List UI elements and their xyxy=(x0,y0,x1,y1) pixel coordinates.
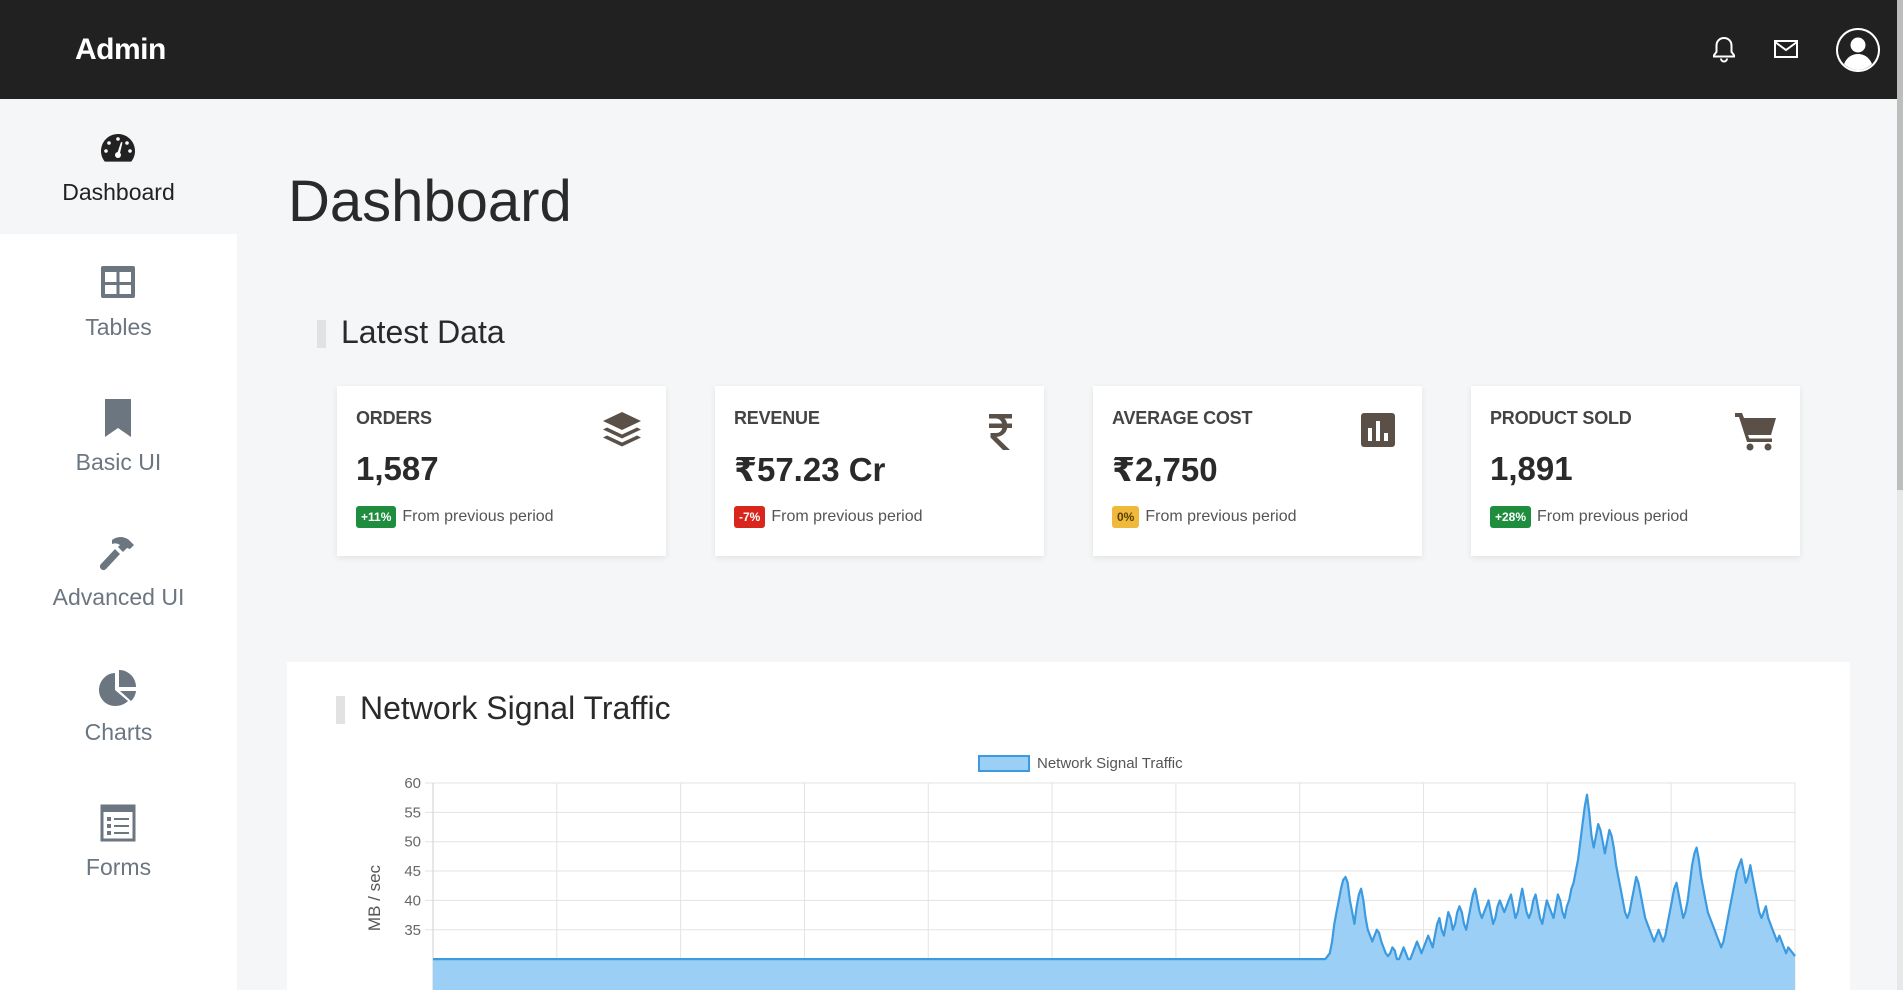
sidebar-item-label: Forms xyxy=(85,854,152,880)
page-title: Dashboard xyxy=(288,169,572,234)
product-sold-card: PRODUCT SOLD 1,891 +28% From previous pe… xyxy=(1471,386,1800,556)
rupee-icon xyxy=(989,414,1012,450)
bar-chart-icon xyxy=(1361,413,1395,447)
change-badge: +28% xyxy=(1490,506,1532,528)
sidebar-item-label: Charts xyxy=(84,719,153,745)
orders-card: ORDERS 1,587 +11% From previous period xyxy=(337,386,666,556)
card-footer: 0% From previous period xyxy=(1112,506,1297,528)
card-footer: -7% From previous period xyxy=(734,506,923,528)
user-avatar-icon[interactable] xyxy=(1836,28,1880,72)
top-bar: Admin xyxy=(0,0,1903,99)
bookmark-icon xyxy=(105,399,131,437)
card-title: ORDERS xyxy=(356,408,432,428)
mail-icon[interactable] xyxy=(1770,33,1802,65)
y-tick-label: 50 xyxy=(404,834,421,851)
change-badge: 0% xyxy=(1112,506,1140,528)
sidebar-item-label: Basic UI xyxy=(75,449,162,475)
sidebar-item-advanced-ui[interactable]: Advanced UI xyxy=(0,504,237,639)
legend-swatch xyxy=(978,755,1030,772)
card-value: 1,587 xyxy=(356,450,439,487)
card-footer-text: From previous period xyxy=(402,508,554,525)
sidebar-item-tables[interactable]: Tables xyxy=(0,234,237,369)
y-tick-label: 55 xyxy=(404,804,421,821)
sidebar-item-charts[interactable]: Charts xyxy=(0,639,237,774)
bell-icon[interactable] xyxy=(1708,33,1740,65)
y-tick-label: 60 xyxy=(404,775,421,792)
latest-data-heading: Latest Data xyxy=(317,314,505,351)
card-footer-text: From previous period xyxy=(1145,508,1297,525)
network-traffic-panel: Network Signal Traffic 35 40 45 50 55 60 MB / … xyxy=(287,662,1850,990)
y-tick-label: 35 xyxy=(404,922,421,939)
layers-icon xyxy=(603,412,641,447)
page-scrollbar[interactable] xyxy=(1897,0,1903,990)
y-axis-label: MB / sec xyxy=(365,864,384,931)
sidebar-item-label: Tables xyxy=(85,314,152,340)
sidebar-item-label: Dashboard xyxy=(62,179,175,205)
cart-icon xyxy=(1735,413,1776,451)
card-title: AVERAGE COST xyxy=(1112,408,1253,428)
hammer-icon xyxy=(99,537,134,571)
card-value: ₹2,750 xyxy=(1112,451,1218,488)
sidebar-item-basic-ui[interactable]: Basic UI xyxy=(0,369,237,504)
change-badge: -7% xyxy=(734,506,766,528)
card-footer-text: From previous period xyxy=(1537,508,1689,525)
card-footer: +28% From previous period xyxy=(1490,506,1688,528)
sidebar-item-dashboard[interactable]: Dashboard xyxy=(0,99,237,234)
revenue-card: REVENUE ₹57.23 Cr -7% From previous peri… xyxy=(715,386,1044,556)
sidebar-item-forms[interactable]: Forms xyxy=(0,774,237,909)
sidebar-item-label: Advanced UI xyxy=(52,584,185,610)
form-icon xyxy=(100,804,136,842)
y-tick-label: 40 xyxy=(404,892,421,909)
card-footer: +11% From previous period xyxy=(356,506,554,528)
card-footer-text: From previous period xyxy=(771,508,923,525)
network-traffic-chart: 35 40 45 50 55 60 MB / sec Network Signal Traff… xyxy=(365,755,1796,990)
scrollbar-thumb[interactable] xyxy=(1897,0,1903,490)
card-title: REVENUE xyxy=(734,408,820,428)
average-cost-card: AVERAGE COST ₹2,750 0% From previous per… xyxy=(1093,386,1422,556)
card-title: PRODUCT SOLD xyxy=(1490,408,1632,428)
legend-label: Network Signal Traffic xyxy=(1037,755,1183,772)
card-value: 1,891 xyxy=(1490,450,1573,487)
card-value: ₹57.23 Cr xyxy=(734,451,886,488)
change-badge: +11% xyxy=(356,506,397,528)
pie-chart-icon xyxy=(99,670,136,706)
brand-logo[interactable]: Admin xyxy=(75,0,166,99)
sidebar: Dashboard Tables Basic UI Advanced UI Ch… xyxy=(0,99,237,990)
y-tick-label: 45 xyxy=(404,863,421,880)
table-icon xyxy=(101,266,135,298)
speedometer-icon xyxy=(101,134,135,162)
